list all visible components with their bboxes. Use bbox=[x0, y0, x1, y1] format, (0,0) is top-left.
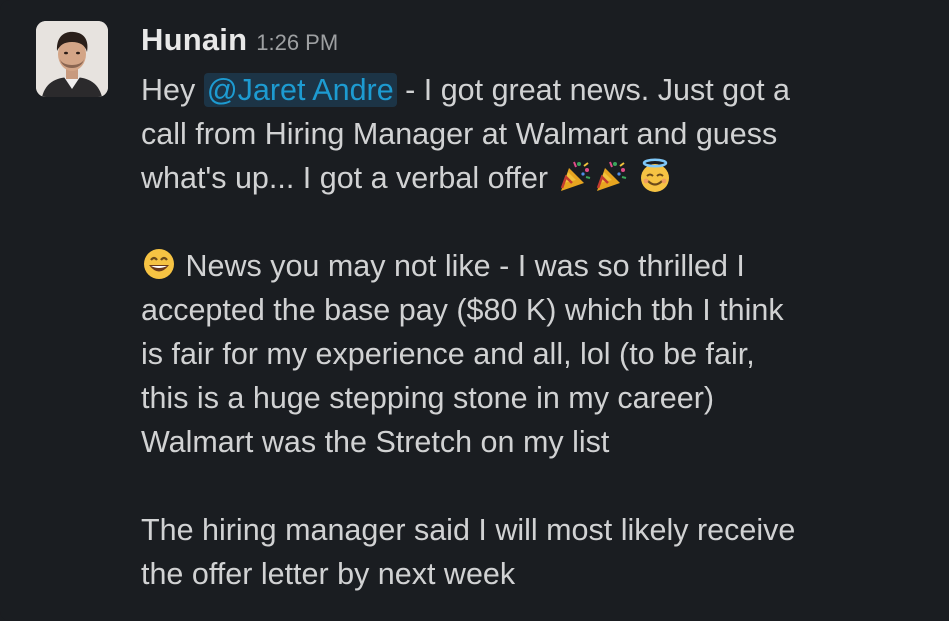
author-name[interactable]: Hunain bbox=[141, 22, 247, 58]
message-line: what's up... I got a verbal offer bbox=[141, 156, 931, 200]
message-text: News you may not like - I was so thrille… bbox=[185, 249, 745, 283]
message-line: News you may not like - I was so thrille… bbox=[141, 244, 931, 288]
message-header: Hunain 1:26 PM bbox=[141, 22, 338, 62]
user-mention[interactable]: @Jaret Andre bbox=[203, 73, 397, 107]
message-view: Hunain 1:26 PM Hey @Jaret Andre - I got … bbox=[0, 0, 949, 621]
message-line: call from Hiring Manager at Walmart and … bbox=[141, 117, 778, 151]
message-body: Hey @Jaret Andre - I got great news. Jus… bbox=[141, 68, 931, 596]
message-text: Hey bbox=[141, 73, 204, 107]
timestamp[interactable]: 1:26 PM bbox=[256, 30, 338, 56]
message-text: - I got great news. Just got a bbox=[396, 73, 790, 107]
message-text: what's up... I got a verbal offer bbox=[141, 161, 549, 195]
party-popper-emoji bbox=[557, 158, 593, 194]
message-line: The hiring manager said I will most like… bbox=[141, 513, 796, 547]
message-line: accepted the base pay ($80 K) which tbh … bbox=[141, 293, 784, 327]
message-line: the offer letter by next week bbox=[141, 557, 516, 591]
message-line: is fair for my experience and all, lol (… bbox=[141, 337, 755, 371]
party-popper-emoji bbox=[593, 158, 629, 194]
user-avatar-photo[interactable] bbox=[36, 21, 108, 97]
message-line: this is a huge stepping stone in my care… bbox=[141, 381, 715, 415]
grinning-face-emoji bbox=[141, 246, 177, 282]
smiling-face-with-halo-emoji bbox=[637, 158, 673, 194]
message-line: Walmart was the Stretch on my list bbox=[141, 425, 610, 459]
message-line: Hey @Jaret Andre - I got great news. Jus… bbox=[141, 68, 931, 112]
